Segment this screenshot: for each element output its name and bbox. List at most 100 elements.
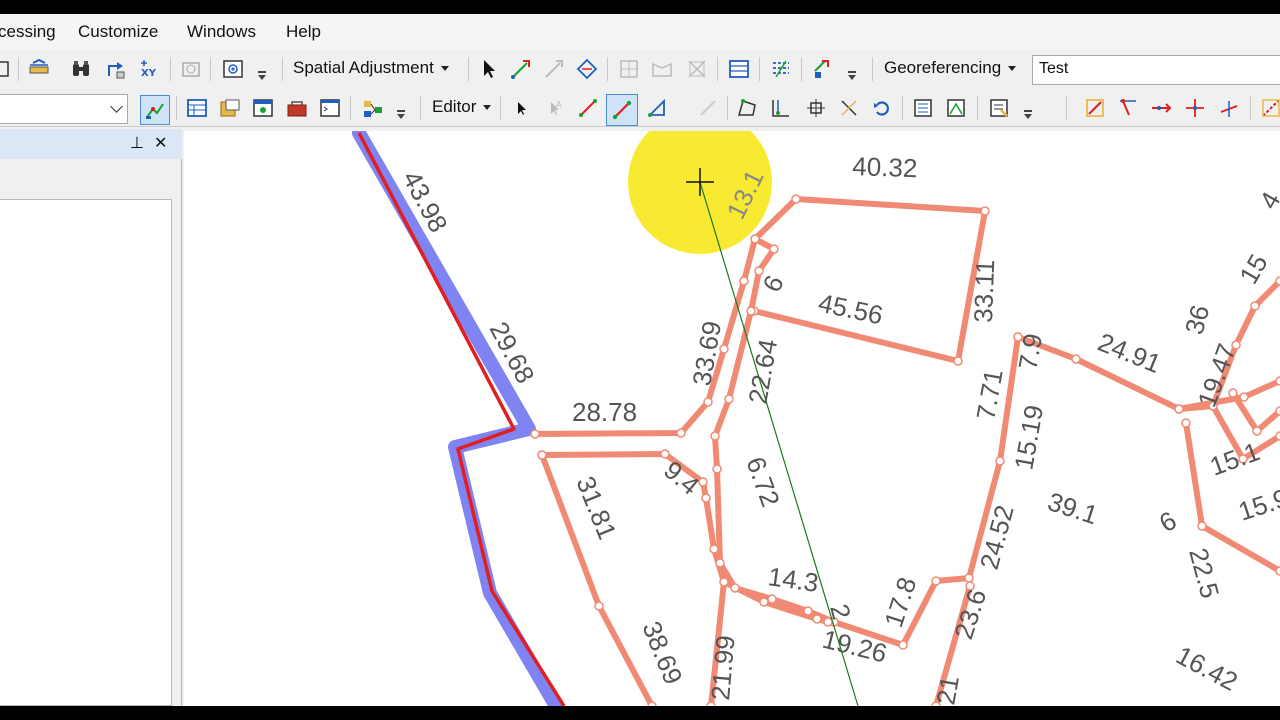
parcel-vertex[interactable]	[953, 356, 963, 366]
partial-tool-icon[interactable]	[0, 56, 14, 82]
rotate-tool-icon[interactable]	[836, 95, 862, 121]
find-binoculars-icon[interactable]	[68, 56, 94, 82]
menu-customize[interactable]: Customize	[78, 22, 158, 42]
clear-links-icon[interactable]	[684, 56, 710, 82]
parcel-vertex[interactable]	[1239, 392, 1249, 402]
menu-windows[interactable]: Windows	[187, 22, 256, 42]
identity-link-icon[interactable]	[616, 56, 642, 82]
parcel-vertex[interactable]	[1228, 388, 1238, 398]
attributes-table-icon[interactable]	[184, 95, 210, 121]
straight-segment-icon[interactable]	[575, 95, 601, 121]
parcel-vertex[interactable]	[1250, 301, 1260, 311]
add-control-points-icon[interactable]	[810, 56, 836, 82]
georeferencing-layer-combo[interactable]: Test	[1032, 55, 1280, 85]
arctoolbox-icon[interactable]	[284, 95, 310, 121]
georeferencing-menu[interactable]: Georeferencing	[884, 58, 1017, 78]
parcel-vertex[interactable]	[660, 449, 670, 459]
spatial-adjustment-menu[interactable]: Spatial Adjustment	[293, 58, 449, 78]
parcel-vertex[interactable]	[812, 614, 822, 624]
create-features-icon[interactable]	[986, 95, 1012, 121]
parcel-vertex[interactable]	[712, 464, 722, 474]
parcel-vertex[interactable]	[980, 206, 990, 216]
parcel-vertex[interactable]	[594, 601, 604, 611]
close-icon[interactable]: ✕	[154, 133, 167, 153]
parcel-vertex[interactable]	[759, 597, 769, 607]
parcel-vertex[interactable]	[1275, 406, 1280, 416]
parcel-vertex[interactable]	[537, 450, 547, 460]
go-to-xy-icon[interactable]: XY	[136, 56, 162, 82]
sketch-tool-icon[interactable]	[606, 94, 638, 126]
parcel-vertex[interactable]	[1181, 418, 1191, 428]
reshape-feature-icon[interactable]	[735, 95, 761, 121]
parcel-vertex[interactable]	[1275, 566, 1280, 576]
editor-menu[interactable]: Editor	[432, 97, 492, 117]
snapping-tool-icon[interactable]	[140, 95, 170, 125]
measure-icon[interactable]	[26, 56, 52, 82]
split-tool-icon[interactable]	[803, 95, 829, 121]
parcel-vertex[interactable]	[791, 194, 801, 204]
adjust-preview-icon[interactable]	[768, 56, 794, 82]
create-viewer-window-icon[interactable]	[220, 56, 246, 82]
parcel-vertex[interactable]	[530, 429, 540, 439]
trace-tool-icon[interactable]	[644, 95, 670, 121]
parcel-vertex[interactable]	[1174, 404, 1184, 414]
python-window-icon[interactable]	[317, 95, 343, 121]
modify-link-icon[interactable]	[541, 56, 567, 82]
menu-geoprocessing[interactable]: cessing	[0, 22, 56, 42]
target-layer-dropdown[interactable]	[0, 94, 128, 124]
edit-vertices-icon[interactable]	[695, 95, 721, 121]
toolbar-options-grip[interactable]	[258, 60, 266, 80]
edit-tool-arrow-icon[interactable]	[508, 95, 534, 121]
view-link-table-icon[interactable]	[726, 56, 752, 82]
parcel-vertex[interactable]	[898, 640, 908, 650]
parcel-vertex[interactable]	[710, 431, 720, 441]
parcel-vertex[interactable]	[724, 394, 734, 404]
parcel-vertex[interactable]	[1275, 431, 1280, 441]
cogo-curve-icon[interactable]	[1115, 95, 1141, 121]
toolbar-options-grip[interactable]	[848, 60, 856, 80]
new-displacement-link-icon[interactable]	[508, 56, 534, 82]
parcel-vertex[interactable]	[719, 577, 729, 587]
select-elements-arrow-icon[interactable]	[476, 56, 502, 82]
time-slider-icon[interactable]	[178, 56, 204, 82]
undo-rotate-icon[interactable]	[869, 95, 895, 121]
pin-icon[interactable]: ⊥	[130, 133, 144, 153]
parcel-vertex[interactable]	[701, 493, 711, 503]
proportion-tool-icon[interactable]	[1182, 95, 1208, 121]
map-view[interactable]: 43.98 29.68 28.78 31.81 38.69 13.1 40.32…	[184, 131, 1280, 706]
catalog-icon[interactable]	[217, 95, 243, 121]
parcel-vertex[interactable]	[1252, 426, 1262, 436]
edit-annotation-icon[interactable]: A	[541, 95, 567, 121]
toolbar-options-grip[interactable]	[1024, 99, 1032, 119]
parcel-vertex[interactable]	[715, 558, 725, 568]
model-builder-icon[interactable]	[360, 95, 386, 121]
multi-displacement-links-icon[interactable]	[574, 56, 600, 82]
parcel-vertex[interactable]	[769, 244, 779, 254]
parcel-vertex[interactable]	[803, 606, 813, 616]
parcel-vertex[interactable]	[746, 306, 756, 316]
parcel-vertex[interactable]	[750, 234, 760, 244]
menu-help[interactable]: Help	[286, 22, 321, 42]
attributes-window-icon[interactable]	[910, 95, 936, 121]
construct-angle-icon[interactable]	[1216, 95, 1242, 121]
parcel-vertex[interactable]	[995, 456, 1005, 466]
parcel-vertex[interactable]	[1275, 276, 1280, 286]
toolbar-options-grip[interactable]	[397, 99, 405, 119]
parcel-vertex[interactable]	[1071, 354, 1081, 364]
parcel-vertex[interactable]	[1275, 376, 1280, 386]
split-into-cogo-lines-icon[interactable]	[1148, 95, 1174, 121]
parcel-vertex[interactable]	[767, 594, 777, 604]
area-link-icon[interactable]	[649, 56, 675, 82]
parcel-vertex[interactable]	[730, 583, 740, 593]
parcel-vertex[interactable]	[703, 397, 713, 407]
parcel-vertex[interactable]	[1197, 521, 1207, 531]
parcel-vertex[interactable]	[739, 276, 749, 286]
cut-polygons-icon[interactable]	[768, 95, 794, 121]
find-route-icon[interactable]	[103, 56, 129, 82]
parcel-vertex[interactable]	[964, 573, 974, 583]
sketch-properties-icon[interactable]	[943, 95, 969, 121]
traverse-tool-icon[interactable]	[1258, 95, 1280, 121]
parcel-vertex[interactable]	[676, 428, 686, 438]
parcel-vertex[interactable]	[709, 544, 719, 554]
cogo-line-icon[interactable]	[1082, 95, 1108, 121]
